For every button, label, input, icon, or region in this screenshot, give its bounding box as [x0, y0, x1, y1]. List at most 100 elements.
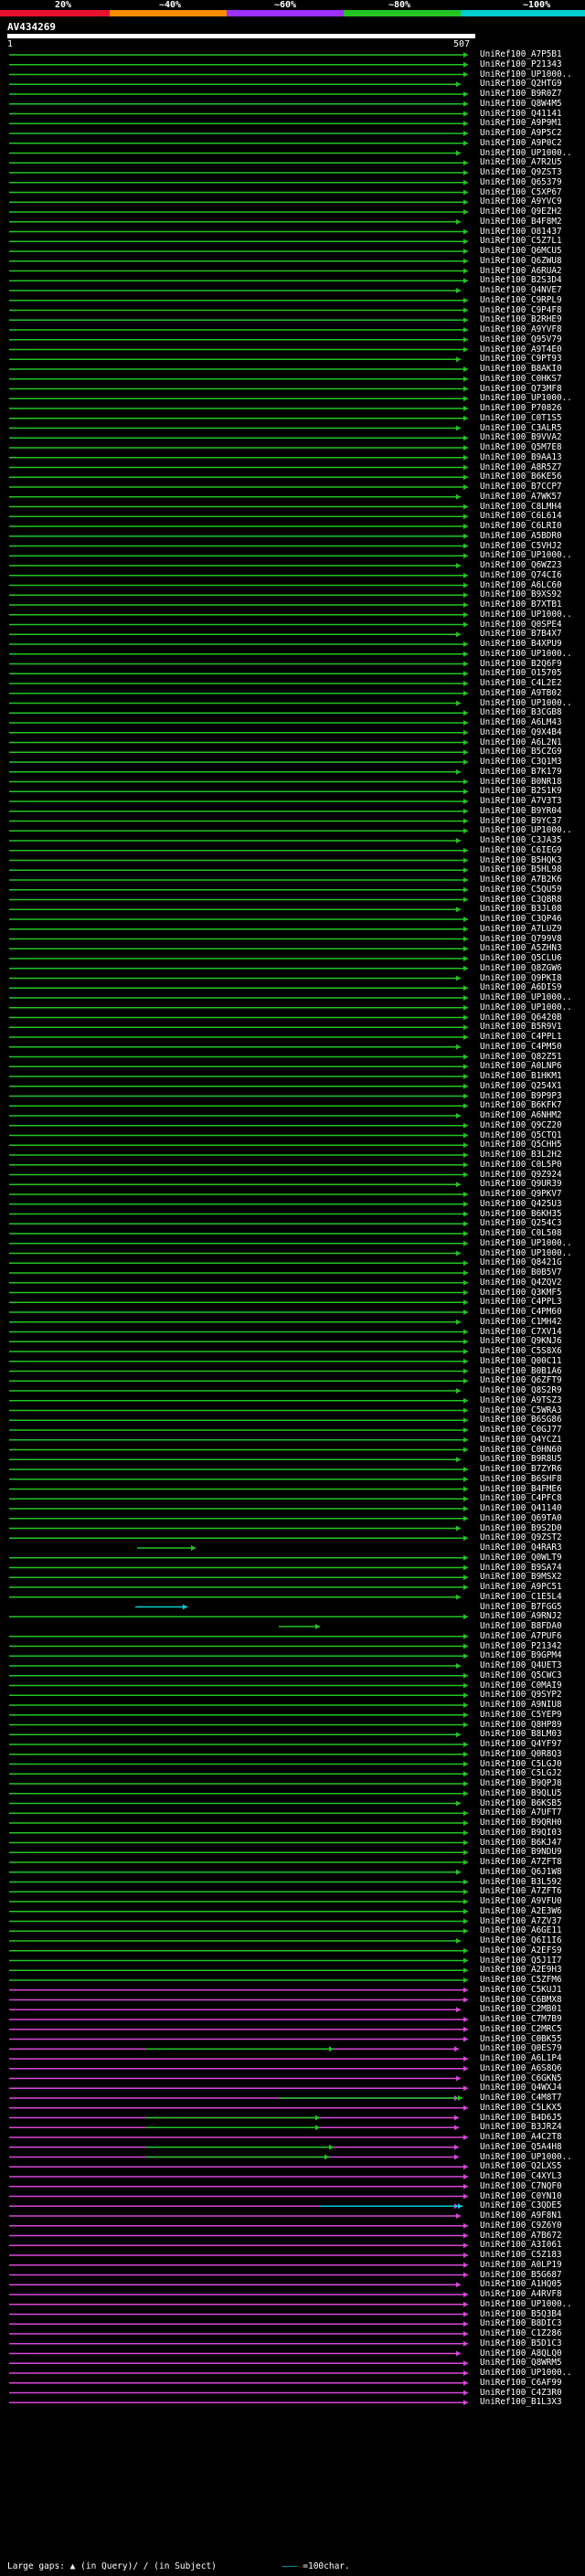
hit-label[interactable]: UniRef100_C0T1S5 [480, 413, 562, 423]
hit-label[interactable]: UniRef100_Q8S2R9 [480, 1386, 562, 1395]
hit-label[interactable]: UniRef100_A6GE11 [480, 1926, 562, 1935]
hit-label[interactable]: UniRef100_C5WRA3 [480, 1405, 562, 1415]
hit-label[interactable]: UniRef100_B3L592 [480, 1877, 562, 1887]
hit-label[interactable]: UniRef100_C1MH42 [480, 1317, 562, 1327]
hit-label[interactable]: UniRef100_B9QRH0 [480, 1818, 562, 1828]
hit-label[interactable]: UniRef100_A9TSZ3 [480, 1395, 562, 1405]
hit-label[interactable]: UniRef100_Q9EZH2 [480, 207, 562, 217]
hit-label[interactable]: UniRef100_B9P9P3 [480, 1091, 562, 1101]
hit-label[interactable]: UniRef100_B9NDU9 [480, 1848, 562, 1857]
hit-label[interactable]: UniRef100_A6L1P4 [480, 2054, 562, 2063]
hit-label[interactable]: UniRef100_C0L5P0 [480, 1160, 562, 1170]
hit-label[interactable]: UniRef100_A6L2N1 [480, 737, 562, 747]
hit-label[interactable]: UniRef100_C5Z7L1 [480, 237, 562, 246]
hit-label[interactable]: UniRef100_UP1000.. [480, 2369, 572, 2378]
hit-label[interactable]: UniRef100_C5LGJ0 [480, 1759, 562, 1769]
hit-label[interactable]: UniRef100_UP1000.. [480, 1002, 572, 1012]
hit-label[interactable]: UniRef100_B6SHF8 [480, 1474, 562, 1484]
hit-label[interactable]: UniRef100_A7V3T3 [480, 797, 562, 806]
hit-label[interactable]: UniRef100_B9XS92 [480, 590, 562, 599]
hit-label[interactable]: UniRef100_B7CCP7 [480, 482, 562, 492]
hit-label[interactable]: UniRef100_A7LUZ9 [480, 924, 562, 934]
hit-label[interactable]: UniRef100_Q0R8Q3 [480, 1749, 562, 1759]
hit-label[interactable]: UniRef100_B9R8U5 [480, 1455, 562, 1464]
hit-label[interactable]: UniRef100_Q0WLT9 [480, 1553, 562, 1563]
hit-label[interactable]: UniRef100_C4XYL3 [480, 2172, 562, 2181]
hit-label[interactable]: UniRef100_B8LM03 [480, 1730, 562, 1739]
hit-label[interactable]: UniRef100_A7R2U5 [480, 158, 562, 167]
hit-label[interactable]: UniRef100_P70826 [480, 404, 562, 413]
hit-label[interactable]: UniRef100_Q8ZGW6 [480, 963, 562, 973]
hit-label[interactable]: UniRef100_B7XTB1 [480, 600, 562, 610]
hit-label[interactable]: UniRef100_Q3KMF5 [480, 1288, 562, 1298]
hit-label[interactable]: UniRef100_A7PUF6 [480, 1631, 562, 1641]
hit-label[interactable]: UniRef100_C0YN10 [480, 2191, 562, 2201]
hit-label[interactable]: UniRef100_Q6ZWU8 [480, 256, 562, 266]
hit-label[interactable]: UniRef100_Q254C3 [480, 1219, 562, 1228]
hit-label[interactable]: UniRef100_B6KSB5 [480, 1798, 562, 1808]
hit-label[interactable]: UniRef100_Q74CI6 [480, 570, 562, 580]
hit-label[interactable]: UniRef100_B9SA74 [480, 1563, 562, 1573]
hit-label[interactable]: UniRef100_B9AA13 [480, 452, 562, 462]
hit-label[interactable]: UniRef100_A9T4E0 [480, 345, 562, 355]
hit-label[interactable]: UniRef100_B7K179 [480, 767, 562, 777]
hit-label[interactable]: UniRef100_A2E9H3 [480, 1966, 562, 1975]
hit-label[interactable]: UniRef100_C5QU59 [480, 885, 562, 895]
hit-label[interactable]: UniRef100_B5R9V1 [480, 1023, 562, 1032]
hit-label[interactable]: UniRef100_C1Z286 [480, 2329, 562, 2338]
hit-label[interactable]: UniRef100_C5KUJ1 [480, 1985, 562, 1995]
hit-label[interactable]: UniRef100_UP1000.. [480, 394, 572, 403]
hit-label[interactable]: UniRef100_C6AF99 [480, 2378, 562, 2388]
hit-label[interactable]: UniRef100_B5HQK3 [480, 855, 562, 865]
hit-label[interactable]: UniRef100_C5LGJ2 [480, 1769, 562, 1778]
hit-label[interactable]: UniRef100_A8R5Z7 [480, 462, 562, 472]
hit-label[interactable]: UniRef100_B9QPJ8 [480, 1779, 562, 1788]
hit-label[interactable]: UniRef100_Q5CWC3 [480, 1670, 562, 1680]
hit-label[interactable]: UniRef100_B9QLU5 [480, 1788, 562, 1798]
hit-label[interactable]: UniRef100_A6NHM2 [480, 1111, 562, 1120]
hit-label[interactable]: UniRef100_Q9KNJ6 [480, 1337, 562, 1346]
hit-label[interactable]: UniRef100_B6KH35 [480, 1209, 562, 1219]
hit-label[interactable]: UniRef100_C9Z6Y0 [480, 2221, 562, 2231]
hit-label[interactable]: UniRef100_C4M8T7 [480, 2094, 562, 2103]
hit-label[interactable]: UniRef100_Q4NVE7 [480, 286, 562, 295]
hit-label[interactable]: UniRef100_C5XP67 [480, 187, 562, 197]
hit-label[interactable]: UniRef100_UP1000.. [480, 1238, 572, 1248]
hit-label[interactable]: UniRef100_Q8HP89 [480, 1720, 562, 1730]
hit-label[interactable]: UniRef100_Q9UR39 [480, 1180, 562, 1189]
hit-label[interactable]: UniRef100_C4L2E2 [480, 679, 562, 688]
hit-label[interactable]: UniRef100_C6IEG9 [480, 845, 562, 855]
hit-label[interactable]: UniRef100_B4F8M2 [480, 217, 562, 227]
hit-label[interactable]: UniRef100_B2S3D4 [480, 276, 562, 285]
hit-label[interactable]: UniRef100_C7XV14 [480, 1327, 562, 1337]
hit-label[interactable]: UniRef100_Q69TA0 [480, 1513, 562, 1523]
hit-label[interactable]: UniRef100_B4D6J5 [480, 2113, 562, 2123]
hit-label[interactable]: UniRef100_Q9PKV7 [480, 1190, 562, 1199]
hit-label[interactable]: UniRef100_A2EFS9 [480, 1945, 562, 1956]
hit-label[interactable]: UniRef100_C4PFC8 [480, 1494, 562, 1503]
hit-label[interactable]: UniRef100_Q6I1I6 [480, 1936, 562, 1945]
hit-label[interactable]: UniRef100_B9QI03 [480, 1828, 562, 1838]
hit-label[interactable]: UniRef100_B6KJ47 [480, 1838, 562, 1848]
hit-label[interactable]: UniRef100_Q9ZST3 [480, 168, 562, 177]
hit-label[interactable]: UniRef100_A6RUA2 [480, 266, 562, 276]
hit-label[interactable]: UniRef100_C6L614 [480, 512, 562, 521]
hit-label[interactable]: UniRef100_B8FDA0 [480, 1622, 562, 1631]
hit-label[interactable]: UniRef100_Q2LXS5 [480, 2162, 562, 2171]
hit-label[interactable]: UniRef100_Q6ZFT9 [480, 1376, 562, 1385]
hit-label[interactable]: UniRef100_A9P9M1 [480, 119, 562, 128]
hit-label[interactable]: UniRef100_Q95V79 [480, 334, 562, 345]
hit-label[interactable]: UniRef100_P21342 [480, 1641, 562, 1651]
hit-label[interactable]: UniRef100_Q4YCZ1 [480, 1435, 562, 1445]
hit-label[interactable]: UniRef100_Q9ZST2 [480, 1533, 562, 1542]
hit-label[interactable]: UniRef100_B5Q3B4 [480, 2309, 562, 2319]
hit-label[interactable]: UniRef100_C2MRC5 [480, 2024, 562, 2034]
hit-label[interactable]: UniRef100_UP1000.. [480, 2299, 572, 2309]
hit-label[interactable]: UniRef100_C9PT93 [480, 355, 562, 364]
hit-label[interactable]: UniRef100_C5S8X6 [480, 1347, 562, 1356]
hit-label[interactable]: UniRef100_B5CZG9 [480, 747, 562, 757]
hit-label[interactable]: UniRef100_UP1000.. [480, 1248, 572, 1258]
hit-label[interactable]: UniRef100_O81437 [480, 227, 562, 237]
hit-label[interactable]: UniRef100_A7B2K6 [480, 875, 562, 885]
hit-label[interactable]: UniRef100_C7M7B9 [480, 2015, 562, 2024]
